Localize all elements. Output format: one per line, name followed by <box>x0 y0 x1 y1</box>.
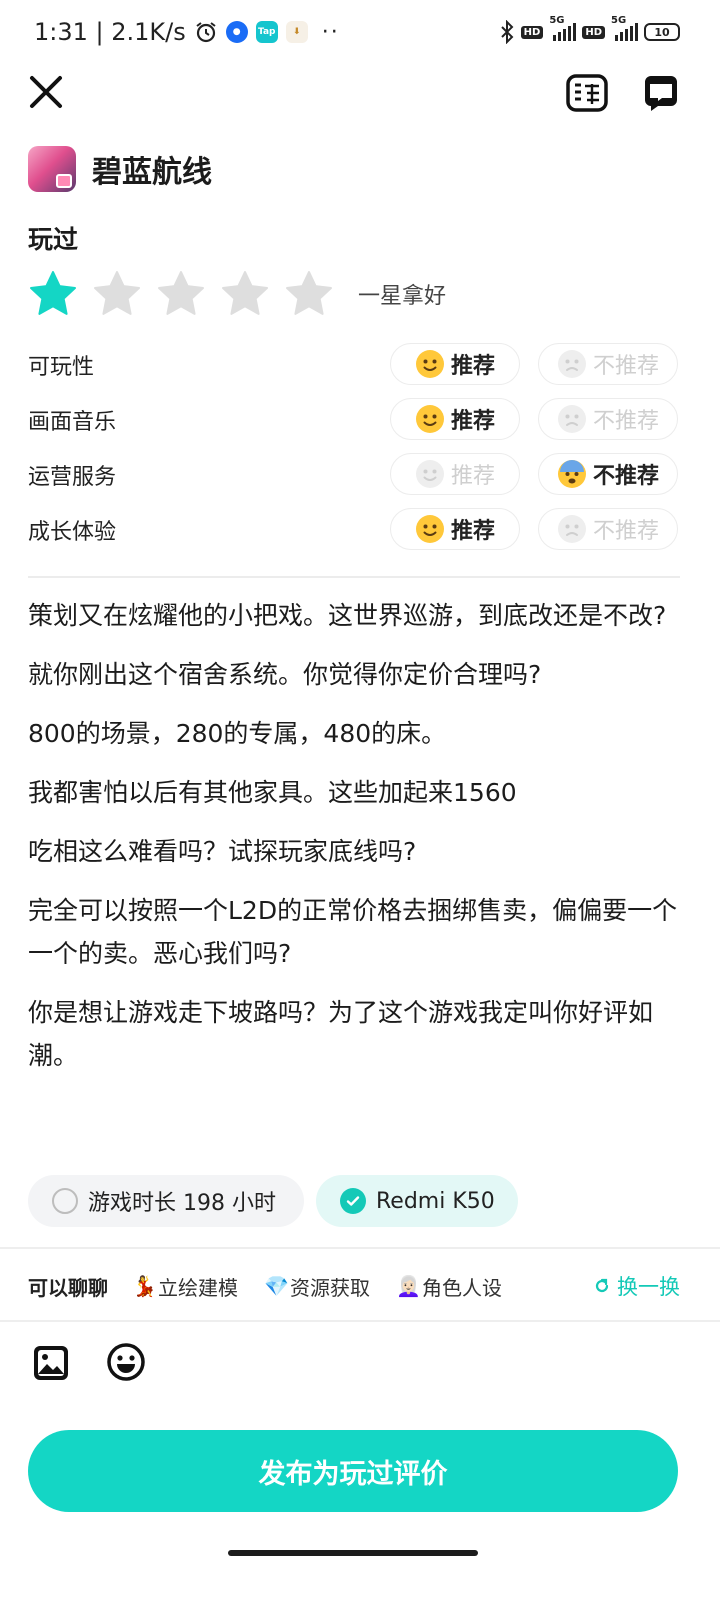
dancer-emoji-icon: 💃 <box>132 1274 157 1298</box>
aspect-label: 画面音乐 <box>28 410 117 435</box>
aspect-row: 运营服务 推荐 不推荐 <box>28 453 680 495</box>
aspect-label: 可玩性 <box>28 355 95 380</box>
not-recommend-label: 不推荐 <box>592 409 659 434</box>
recommend-label: 推荐 <box>450 519 495 544</box>
not-recommend-button[interactable]: 不推荐 <box>538 453 678 495</box>
woman-emoji-icon: 👩🏻‍🦳 <box>396 1274 421 1298</box>
device-tag[interactable]: Redmi K50 <box>316 1175 518 1227</box>
topic-label: 立绘建模 <box>158 1275 238 1300</box>
chat-icon[interactable] <box>642 74 680 112</box>
not-recommend-label: 不推荐 <box>592 464 659 489</box>
topic-chip[interactable]: 💃 立绘建模 <box>132 1272 238 1301</box>
home-indicator[interactable] <box>228 1550 478 1556</box>
recommend-button[interactable]: 推荐 <box>390 508 520 550</box>
review-paragraph: 就你刚出这个宿舍系统。你觉得你定价合理吗? <box>28 660 542 689</box>
image-icon[interactable] <box>32 1344 70 1382</box>
not-recommend-label: 不推荐 <box>592 519 659 544</box>
status-bar: 1:31 | 2.1K/s ● Tap ⬇ ·· HD 5G HD 5G 10 <box>0 0 720 64</box>
alarm-icon <box>196 22 216 43</box>
not-recommend-label: 不推荐 <box>592 354 659 379</box>
star-empty-icon[interactable] <box>220 269 270 319</box>
recommend-label: 推荐 <box>450 464 495 489</box>
swap-topics-button[interactable]: 换一换 <box>593 1266 680 1306</box>
review-paragraph: 完全可以按照一个L2D的正常价格去捆绑售卖，偏偏要一个一个的卖。恶心我们吗? <box>28 896 678 968</box>
topic-label: 角色人设 <box>422 1275 502 1300</box>
happy-face-icon <box>415 514 445 544</box>
star-empty-icon[interactable] <box>284 269 334 319</box>
taptap-icon: Tap <box>255 21 278 43</box>
battery-icon: 10 <box>644 23 680 41</box>
signal-icon: 5G <box>611 15 638 41</box>
rating-text: 一星拿好 <box>358 284 447 309</box>
topics-lead: 可以聊聊 <box>28 1275 108 1300</box>
divider <box>0 1320 720 1322</box>
review-paragraph: 800的场景，280的专属，480的床。 <box>28 719 447 748</box>
sad-face-icon <box>557 404 587 434</box>
aspect-label: 运营服务 <box>28 465 117 490</box>
game-avatar <box>28 146 76 192</box>
review-paragraph: 你是想让游戏走下坡路吗？为了这个游戏我定叫你好评如潮。 <box>28 998 654 1070</box>
game-title: 碧蓝航线 <box>92 155 212 190</box>
not-recommend-button[interactable]: 不推荐 <box>538 343 678 385</box>
network-type: 5G <box>611 15 627 26</box>
topic-chip[interactable]: 💎 资源获取 <box>264 1272 370 1301</box>
device-label: Redmi K50 <box>376 1188 495 1214</box>
close-icon[interactable] <box>28 74 64 110</box>
status-right: HD 5G HD 5G 10 <box>499 15 680 48</box>
star-empty-icon[interactable] <box>156 269 206 319</box>
recommend-label: 推荐 <box>450 409 495 434</box>
more-notifications-icon: ·· <box>321 19 340 45</box>
gem-emoji-icon: 💎 <box>264 1274 289 1298</box>
aspect-row: 可玩性 推荐 不推荐 <box>28 343 680 385</box>
divider <box>28 576 680 578</box>
star-filled-icon[interactable] <box>28 269 78 319</box>
star-empty-icon[interactable] <box>92 269 142 319</box>
smile-icon[interactable] <box>106 1342 146 1382</box>
rating-rules-icon[interactable] <box>566 72 608 114</box>
status-time: 1:31 | 2.1K/s <box>34 18 186 46</box>
played-label: 玩过 <box>28 225 79 254</box>
review-paragraph: 策划又在炫耀他的小把戏。这世界巡游，到底改还是不改? <box>28 601 667 630</box>
hd-badge: HD <box>520 25 544 39</box>
recommend-button[interactable]: 推荐 <box>390 453 520 495</box>
review-text-input[interactable]: 策划又在炫耀他的小把戏。这世界巡游，到底改还是不改? 就你刚出这个宿舍系统。你觉得… <box>28 594 678 1093</box>
playtime-label: 游戏时长 198 小时 <box>88 1191 276 1216</box>
topic-chip[interactable]: 👩🏻‍🦳 角色人设 <box>396 1272 502 1301</box>
recommend-label: 推荐 <box>450 354 495 379</box>
sad-face-icon <box>557 514 587 544</box>
swap-label: 换一换 <box>617 1275 680 1299</box>
aspect-row: 画面音乐 推荐 不推荐 <box>28 398 680 440</box>
topic-suggestions: 可以聊聊 💃 立绘建模 💎 资源获取 👩🏻‍🦳 角色人设 换一换 <box>28 1266 680 1306</box>
happy-face-icon <box>415 404 445 434</box>
signal-icon: 5G <box>549 15 577 41</box>
not-recommend-button[interactable]: 不推荐 <box>538 398 678 440</box>
recommend-button[interactable]: 推荐 <box>390 343 520 385</box>
network-type: 5G <box>549 15 565 26</box>
app-blue-icon: ● <box>225 21 248 43</box>
refresh-icon <box>595 1278 609 1293</box>
download-icon: ⬇ <box>285 21 308 43</box>
topic-label: 资源获取 <box>290 1275 370 1300</box>
game-row[interactable]: 碧蓝航线 <box>28 146 212 192</box>
sad-face-icon <box>557 349 587 379</box>
review-paragraph: 吃相这么难看吗？试探玩家底线吗? <box>28 837 417 866</box>
divider <box>0 1247 720 1249</box>
check-icon <box>340 1188 366 1214</box>
hd-badge: HD <box>582 25 605 39</box>
happy-face-icon <box>415 459 445 489</box>
aspect-label: 成长体验 <box>28 520 117 545</box>
aspect-row: 成长体验 推荐 不推荐 <box>28 508 680 550</box>
bluetooth-icon <box>500 20 514 44</box>
status-left: 1:31 | 2.1K/s ● Tap ⬇ ·· <box>34 14 340 50</box>
star-rating: 一星拿好 <box>28 270 446 318</box>
scared-face-icon <box>557 459 587 489</box>
happy-face-icon <box>415 349 445 379</box>
playtime-tag[interactable]: 游戏时长 198 小时 <box>28 1175 304 1227</box>
not-recommend-button[interactable]: 不推荐 <box>538 508 678 550</box>
review-paragraph: 我都害怕以后有其他家具。这些加起来1560 <box>28 778 517 807</box>
unchecked-radio-icon <box>52 1188 78 1214</box>
recommend-button[interactable]: 推荐 <box>390 398 520 440</box>
publish-button[interactable]: 发布为玩过评价 <box>28 1430 678 1512</box>
